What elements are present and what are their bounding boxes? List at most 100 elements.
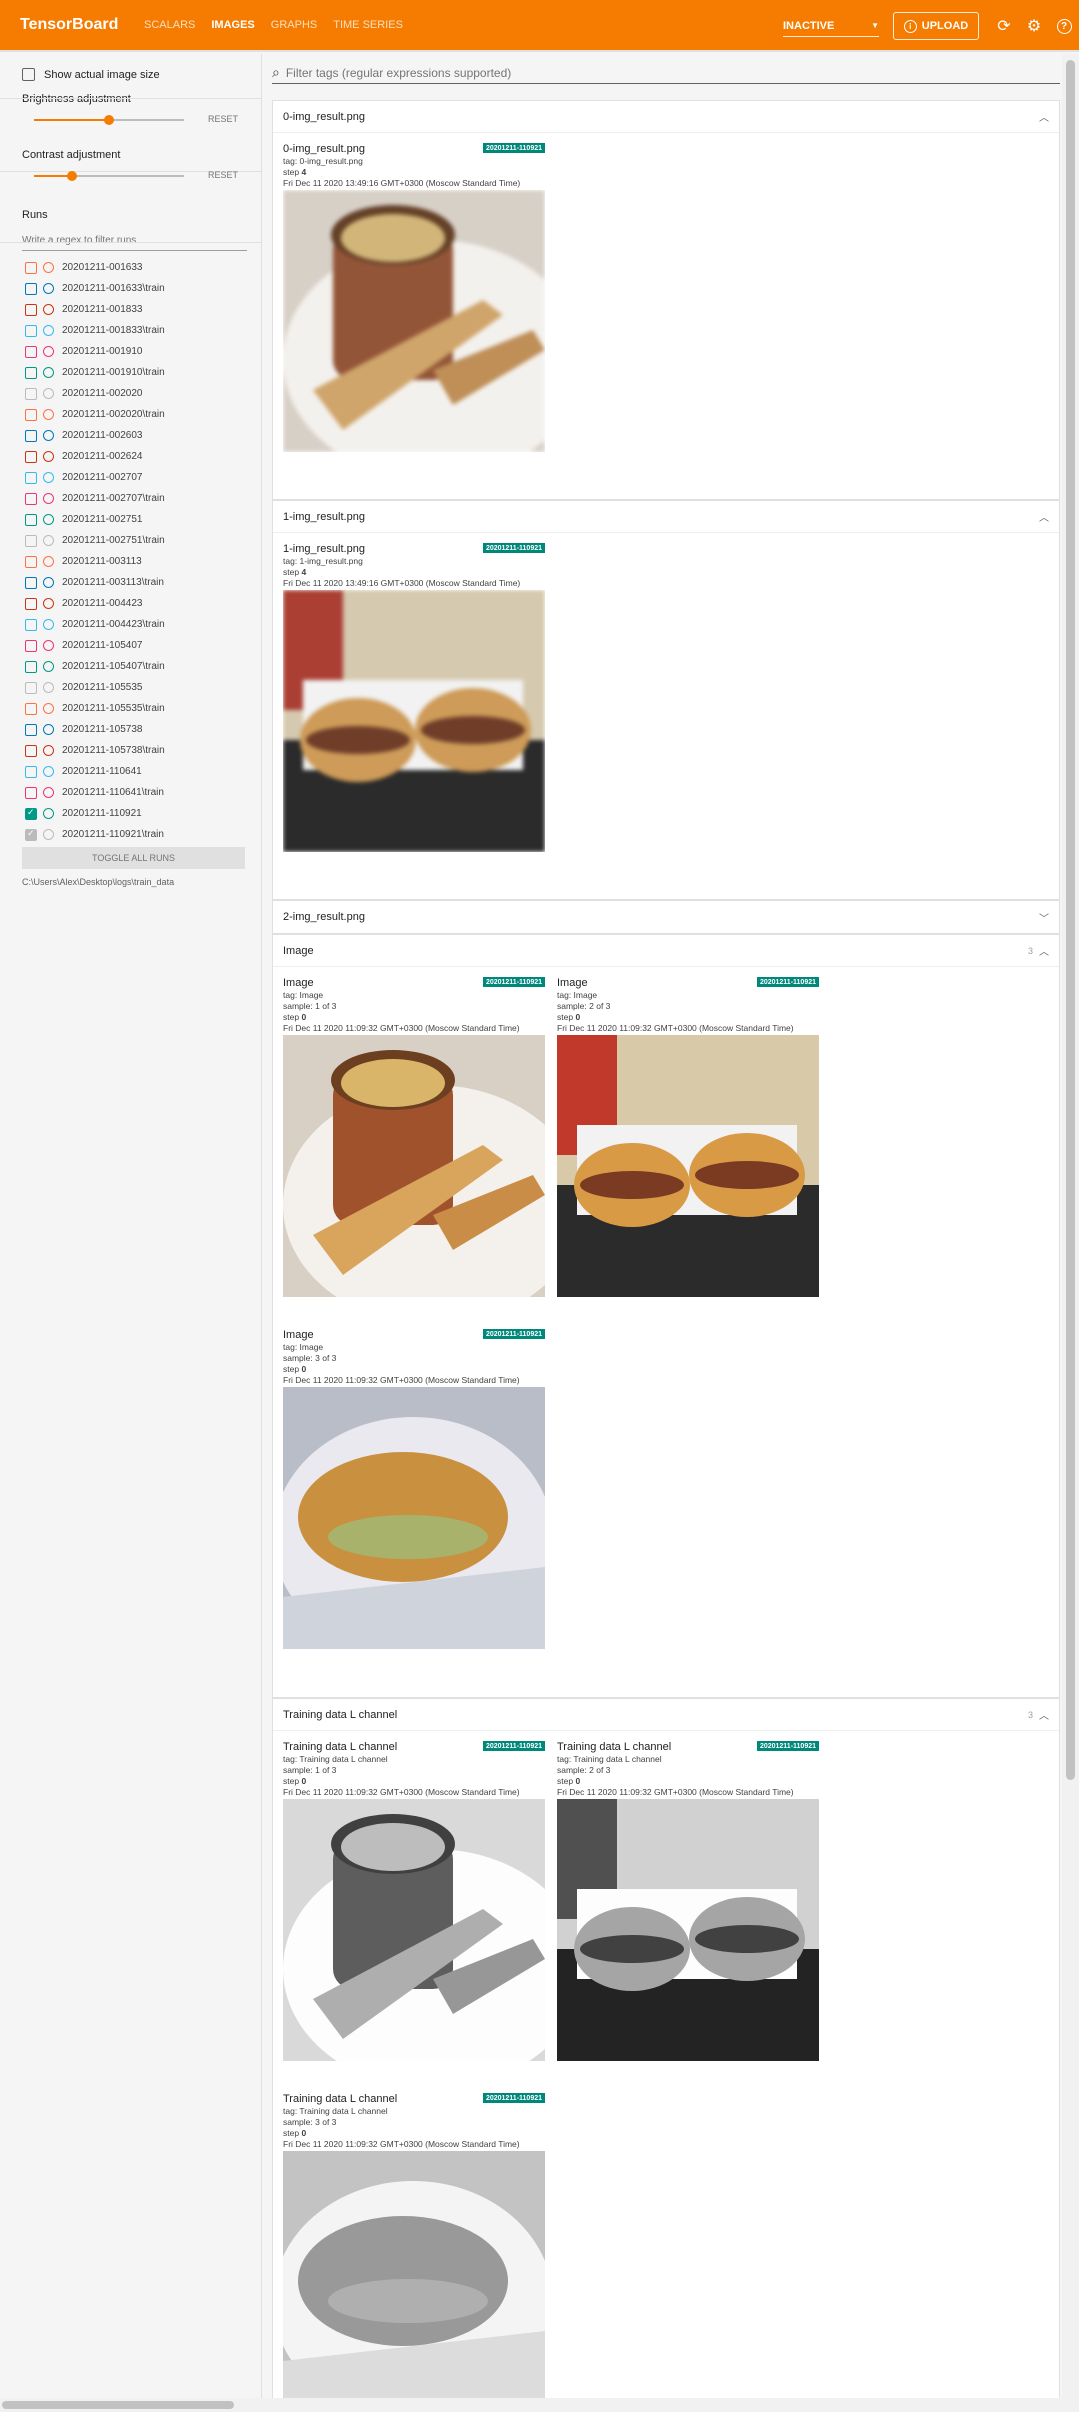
run-checkbox[interactable] xyxy=(25,261,37,274)
upload-button[interactable]: i UPLOAD xyxy=(893,12,979,40)
run-item[interactable]: 20201211-105535\train xyxy=(22,698,261,719)
run-color-swatch[interactable] xyxy=(43,829,54,840)
run-checkbox[interactable] xyxy=(25,366,37,379)
run-item[interactable]: 20201211-002624 xyxy=(22,446,261,467)
tab-time-series[interactable]: TIME SERIES xyxy=(325,0,411,51)
brightness-slider[interactable]: RESET xyxy=(22,105,261,135)
run-color-swatch[interactable] xyxy=(43,745,54,756)
run-color-swatch[interactable] xyxy=(43,787,54,798)
run-color-swatch[interactable] xyxy=(43,577,54,588)
run-checkbox[interactable] xyxy=(25,345,37,358)
run-item[interactable]: 20201211-110921\train xyxy=(22,824,261,845)
run-color-swatch[interactable] xyxy=(43,682,54,693)
run-color-swatch[interactable] xyxy=(43,262,54,273)
run-color-swatch[interactable] xyxy=(43,283,54,294)
run-item[interactable]: 20201211-002751 xyxy=(22,509,261,530)
run-color-swatch[interactable] xyxy=(43,724,54,735)
contrast-slider[interactable]: RESET xyxy=(22,161,261,191)
runs-filter-input[interactable]: Write a regex to filter runs xyxy=(22,229,247,251)
run-color-swatch[interactable] xyxy=(43,430,54,441)
run-checkbox[interactable] xyxy=(25,618,37,631)
run-checkbox[interactable] xyxy=(25,303,37,316)
slider-thumb[interactable] xyxy=(104,115,114,125)
run-checkbox[interactable] xyxy=(25,282,37,295)
tab-images[interactable]: IMAGES xyxy=(203,0,262,51)
image-thumbnail[interactable] xyxy=(283,590,545,852)
run-checkbox[interactable] xyxy=(25,828,37,841)
image-thumbnail[interactable] xyxy=(283,1387,545,1649)
card-header[interactable]: Training data L channel 3 ︿ xyxy=(273,1699,1059,1731)
run-item[interactable]: 20201211-105407 xyxy=(22,635,261,656)
run-color-swatch[interactable] xyxy=(43,514,54,525)
run-item[interactable]: 20201211-001633 xyxy=(22,257,261,278)
run-color-swatch[interactable] xyxy=(43,472,54,483)
run-checkbox[interactable] xyxy=(25,492,37,505)
toggle-all-runs-button[interactable]: TOGGLE ALL RUNS xyxy=(22,847,245,869)
show-actual-size-checkbox[interactable]: Show actual image size xyxy=(22,68,261,81)
run-item[interactable]: 20201211-004423 xyxy=(22,593,261,614)
tab-scalars[interactable]: SCALARS xyxy=(136,0,203,51)
run-checkbox[interactable] xyxy=(25,744,37,757)
run-checkbox[interactable] xyxy=(25,702,37,715)
run-checkbox[interactable] xyxy=(25,534,37,547)
slider-thumb[interactable] xyxy=(66,171,77,181)
run-color-swatch[interactable] xyxy=(43,535,54,546)
run-color-swatch[interactable] xyxy=(43,325,54,336)
image-thumbnail[interactable] xyxy=(283,2151,545,2412)
run-item[interactable]: 20201211-001910 xyxy=(22,341,261,362)
run-color-swatch[interactable] xyxy=(43,766,54,777)
tag-filter-input[interactable]: ⌕ Filter tags (regular expressions suppo… xyxy=(272,62,1060,84)
run-item[interactable]: 20201211-105738\train xyxy=(22,740,261,761)
run-checkbox[interactable] xyxy=(25,723,37,736)
image-thumbnail[interactable] xyxy=(283,190,545,452)
run-item[interactable]: 20201211-001910\train xyxy=(22,362,261,383)
run-checkbox[interactable] xyxy=(25,387,37,400)
run-item[interactable]: 20201211-110641 xyxy=(22,761,261,782)
run-item[interactable]: 20201211-003113 xyxy=(22,551,261,572)
run-color-swatch[interactable] xyxy=(43,556,54,567)
image-thumbnail[interactable] xyxy=(283,1035,545,1297)
run-item[interactable]: 20201211-110641\train xyxy=(22,782,261,803)
card-header[interactable]: Image 3 ︿ xyxy=(273,935,1059,967)
scroll-thumb[interactable] xyxy=(1066,60,1075,1780)
refresh-icon[interactable]: ⟳ xyxy=(989,0,1019,52)
run-item[interactable]: 20201211-105535 xyxy=(22,677,261,698)
run-item[interactable]: 20201211-002751\train xyxy=(22,530,261,551)
run-item[interactable]: 20201211-003113\train xyxy=(22,572,261,593)
run-color-swatch[interactable] xyxy=(43,598,54,609)
brightness-reset-button[interactable]: RESET xyxy=(208,114,238,124)
run-color-swatch[interactable] xyxy=(43,367,54,378)
image-thumbnail[interactable] xyxy=(557,1035,819,1297)
run-color-swatch[interactable] xyxy=(43,409,54,420)
scroll-thumb[interactable] xyxy=(2,2401,234,2409)
run-color-swatch[interactable] xyxy=(43,346,54,357)
run-item[interactable]: 20201211-002707 xyxy=(22,467,261,488)
run-checkbox[interactable] xyxy=(25,639,37,652)
chevron-down-icon[interactable]: ﹀ xyxy=(1039,910,1049,925)
run-color-swatch[interactable] xyxy=(43,703,54,714)
run-checkbox[interactable] xyxy=(25,807,37,820)
card-header[interactable]: 0-img_result.png ︿ xyxy=(273,101,1059,133)
run-color-swatch[interactable] xyxy=(43,640,54,651)
run-color-swatch[interactable] xyxy=(43,493,54,504)
run-item[interactable]: 20201211-002020 xyxy=(22,383,261,404)
run-checkbox[interactable] xyxy=(25,513,37,526)
run-checkbox[interactable] xyxy=(25,471,37,484)
settings-icon[interactable]: ⚙ xyxy=(1019,0,1049,52)
run-checkbox[interactable] xyxy=(25,786,37,799)
run-color-swatch[interactable] xyxy=(43,661,54,672)
chevron-up-icon[interactable]: ︿ xyxy=(1039,1707,1049,1722)
run-checkbox[interactable] xyxy=(25,555,37,568)
run-item[interactable]: 20201211-001633\train xyxy=(22,278,261,299)
run-checkbox[interactable] xyxy=(25,429,37,442)
run-color-swatch[interactable] xyxy=(43,451,54,462)
run-item[interactable]: 20201211-002707\train xyxy=(22,488,261,509)
run-item[interactable]: 20201211-105407\train xyxy=(22,656,261,677)
run-checkbox[interactable] xyxy=(25,765,37,778)
run-checkbox[interactable] xyxy=(25,450,37,463)
run-item[interactable]: 20201211-001833 xyxy=(22,299,261,320)
run-color-swatch[interactable] xyxy=(43,808,54,819)
run-item[interactable]: 20201211-105738 xyxy=(22,719,261,740)
chevron-up-icon[interactable]: ︿ xyxy=(1039,509,1049,524)
vertical-scrollbar[interactable] xyxy=(1062,54,1079,2412)
